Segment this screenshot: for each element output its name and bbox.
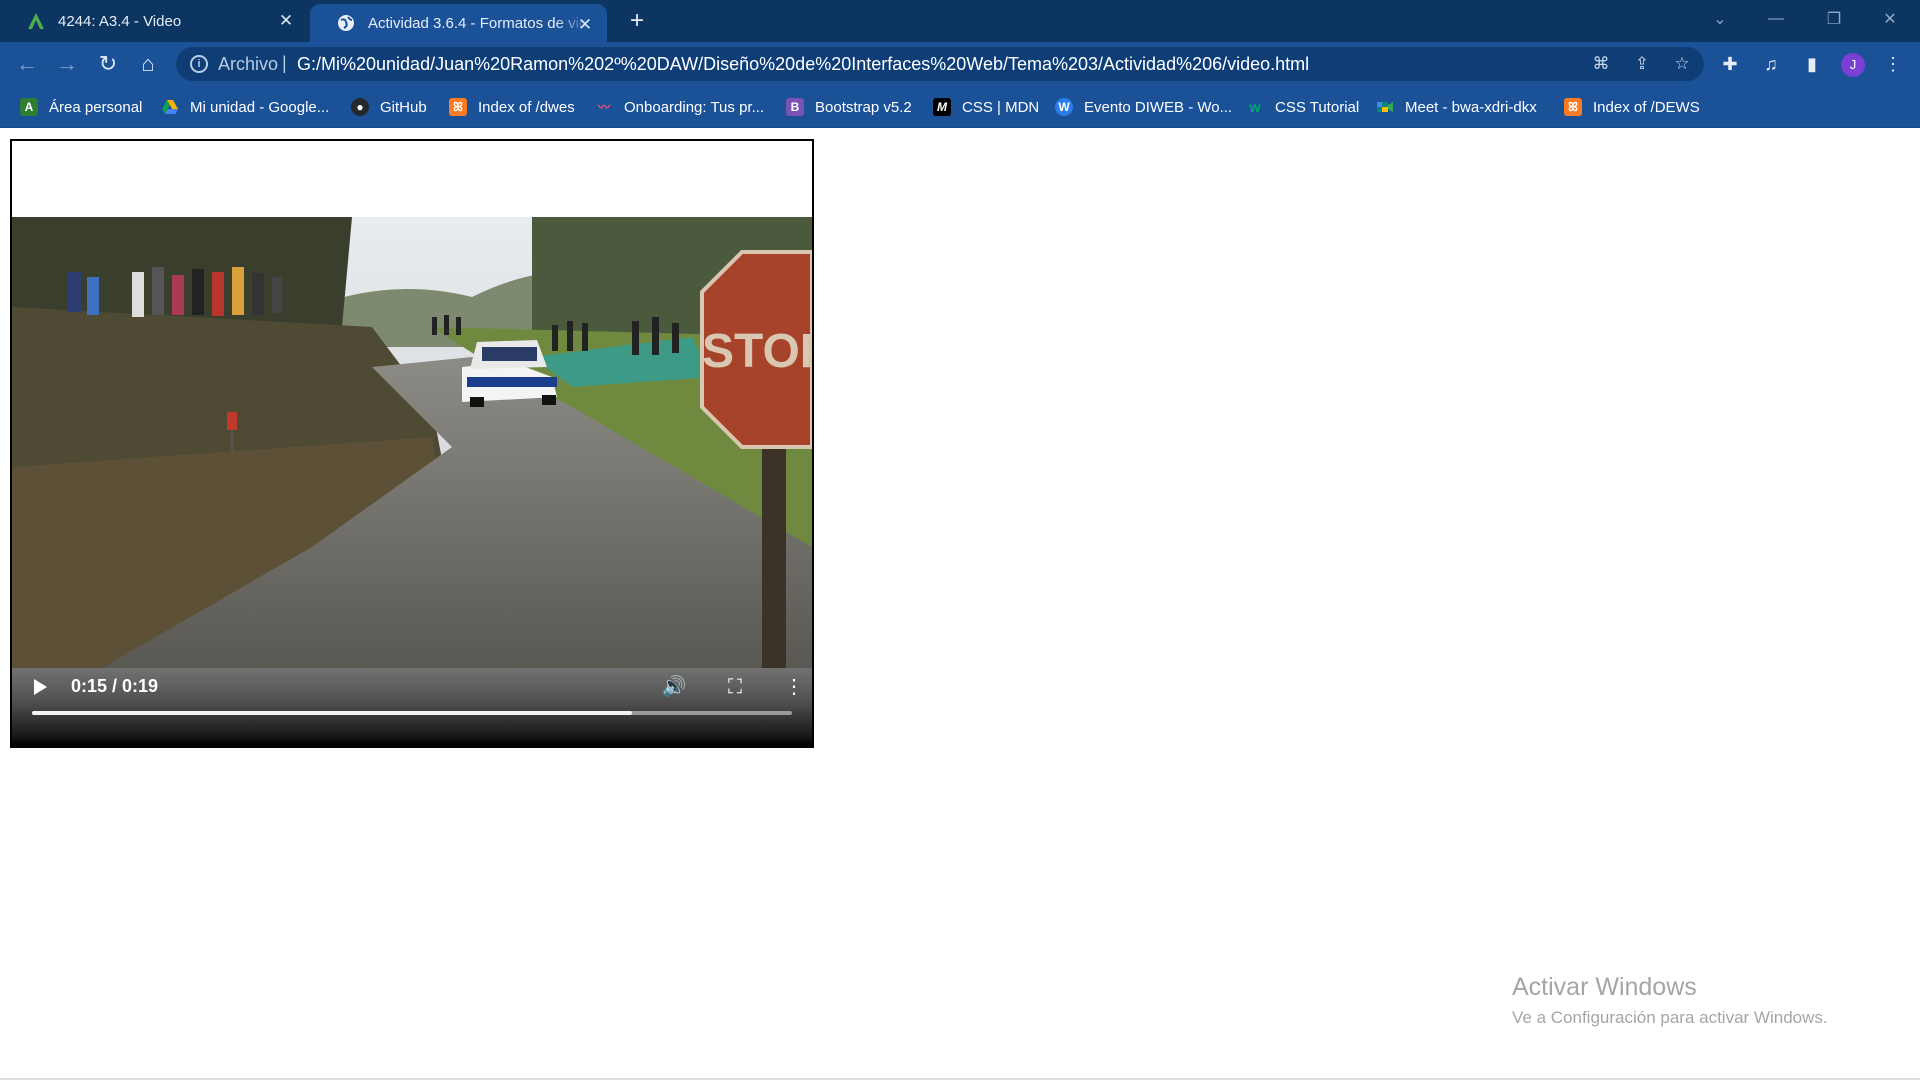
share-icon[interactable]: ⇪ xyxy=(1631,53,1653,75)
google-drive-icon xyxy=(161,98,179,116)
fullscreen-icon[interactable]: ⛶ xyxy=(722,674,748,700)
tab-title: 4244: A3.4 - Video xyxy=(58,12,182,30)
onboarding-icon: 〰 xyxy=(597,100,610,114)
stop-sign-text: STOP xyxy=(702,325,812,378)
bookmark-label: Index of /DEWS xyxy=(1593,98,1700,116)
media-control-icon[interactable]: ♫ xyxy=(1758,51,1784,77)
bookmark-index-dwes[interactable]: ꕤ Index of /dwes xyxy=(449,96,575,118)
bookmarks-bar: A Área personal Mi unidad - Google... ● … xyxy=(0,86,1920,128)
bookmark-label: Onboarding: Tus pr... xyxy=(624,98,765,116)
bookmark-index-dews[interactable]: ꕤ Index of /DEWS xyxy=(1564,96,1700,118)
bookmark-meet[interactable]: Meet - bwa-xdri-dkx xyxy=(1376,96,1537,118)
tab-strip: 4244: A3.4 - Video ✕ Actividad 3.6.4 - F… xyxy=(0,0,1920,42)
address-url[interactable]: G:/Mi%20unidad/Juan%20Ramon%202º%20DAW/D… xyxy=(297,54,1309,75)
new-tab-button[interactable]: + xyxy=(624,8,650,34)
bookmark-label: Meet - bwa-xdri-dkx xyxy=(1405,98,1537,116)
windows-activation-watermark: Activar Windows Ve a Configuración para … xyxy=(1512,973,1828,1028)
w3schools-icon: w xyxy=(1249,99,1261,115)
restore-icon[interactable]: ❐ xyxy=(1806,0,1862,38)
bookmark-css-mdn[interactable]: M CSS | MDN xyxy=(933,96,1039,118)
browser-toolbar: ← → ↻ ⌂ i Archivo | G:/Mi%20unidad/Juan%… xyxy=(0,42,1920,86)
address-separator: | xyxy=(282,53,287,73)
xampp-icon: ꕤ xyxy=(1564,98,1582,116)
home-icon[interactable]: ⌂ xyxy=(134,50,162,78)
mdn-icon: M xyxy=(933,98,951,116)
tab-actividad[interactable]: Actividad 3.6.4 - Formatos de vid ✕ xyxy=(310,4,607,42)
close-window-icon[interactable]: ✕ xyxy=(1862,0,1918,38)
translate-icon[interactable]: ⌘ xyxy=(1590,53,1612,75)
more-options-icon[interactable]: ⋮ xyxy=(781,674,807,700)
forward-icon[interactable]: → xyxy=(53,50,81,78)
minimize-icon[interactable]: — xyxy=(1748,0,1804,38)
bookmark-label: Evento DIWEB - Wo... xyxy=(1084,98,1233,116)
moodle-a-icon xyxy=(26,11,46,31)
moodle-a-icon: A xyxy=(20,98,38,116)
info-icon[interactable]: i xyxy=(190,55,208,73)
github-icon: ● xyxy=(351,98,369,116)
close-tab-icon[interactable]: ✕ xyxy=(575,15,595,35)
bookmark-mi-unidad[interactable]: Mi unidad - Google... xyxy=(161,96,329,118)
video-frame[interactable]: STOP xyxy=(12,217,812,668)
bookmark-label: CSS Tutorial xyxy=(1275,98,1360,116)
back-icon[interactable]: ← xyxy=(13,50,41,78)
bookmark-area-personal[interactable]: A Área personal xyxy=(20,96,142,118)
video-controls: 0:15 / 0:19 🔊 ⛶ ⋮ xyxy=(12,668,812,746)
watermark-title: Activar Windows xyxy=(1512,973,1697,1001)
video-player[interactable]: STOP 0:15 / 0:19 🔊 ⛶ ⋮ xyxy=(10,139,814,748)
globe-icon xyxy=(336,13,356,33)
bookmark-github[interactable]: ● GitHub xyxy=(351,96,427,118)
volume-icon[interactable]: 🔊 xyxy=(661,674,687,700)
watermark-subtitle: Ve a Configuración para activar Windows. xyxy=(1512,1008,1828,1027)
play-button[interactable] xyxy=(34,679,47,695)
bootstrap-icon: B xyxy=(786,98,804,116)
xampp-icon: ꕤ xyxy=(449,98,467,116)
video-time: 0:15 / 0:19 xyxy=(71,676,159,696)
close-tab-icon[interactable]: ✕ xyxy=(276,11,296,31)
extensions-icon[interactable]: ✚ xyxy=(1717,51,1743,77)
bookmark-onboarding[interactable]: 〰 Onboarding: Tus pr... xyxy=(595,96,764,118)
tab-search-icon[interactable]: ⌄ xyxy=(1692,0,1748,38)
tab-title: Actividad 3.6.4 - Formatos de vid xyxy=(368,14,588,32)
bookmark-label: Index of /dwes xyxy=(478,98,575,116)
address-scheme-label: Archivo xyxy=(218,54,279,74)
reload-icon[interactable]: ↻ xyxy=(94,50,122,78)
bookmark-star-icon[interactable]: ☆ xyxy=(1671,53,1693,75)
bookmark-label: Bootstrap v5.2 xyxy=(815,98,912,116)
tab-video[interactable]: 4244: A3.4 - Video ✕ xyxy=(0,0,308,42)
address-bar[interactable]: i Archivo | G:/Mi%20unidad/Juan%20Ramon%… xyxy=(176,47,1704,81)
bookmark-css-tutorial[interactable]: w CSS Tutorial xyxy=(1246,96,1360,118)
bookmark-label: GitHub xyxy=(380,98,427,116)
side-panel-icon[interactable]: ▮ xyxy=(1799,51,1825,77)
bookmark-label: Área personal xyxy=(49,98,143,116)
bookmark-evento-diweb[interactable]: W Evento DIWEB - Wo... xyxy=(1055,96,1232,118)
video-progress-bar[interactable] xyxy=(32,711,792,715)
video-progress-fill xyxy=(32,711,633,715)
bookmark-label: CSS | MDN xyxy=(962,98,1040,116)
bookmark-label: Mi unidad - Google... xyxy=(190,98,330,116)
google-meet-icon xyxy=(1376,98,1394,116)
bookmark-bootstrap[interactable]: B Bootstrap v5.2 xyxy=(786,96,912,118)
video-frame-image: STOP xyxy=(12,217,812,668)
profile-avatar[interactable]: J xyxy=(1841,53,1865,77)
menu-icon[interactable]: ⋮ xyxy=(1880,51,1906,77)
wordpress-icon: W xyxy=(1055,98,1073,116)
